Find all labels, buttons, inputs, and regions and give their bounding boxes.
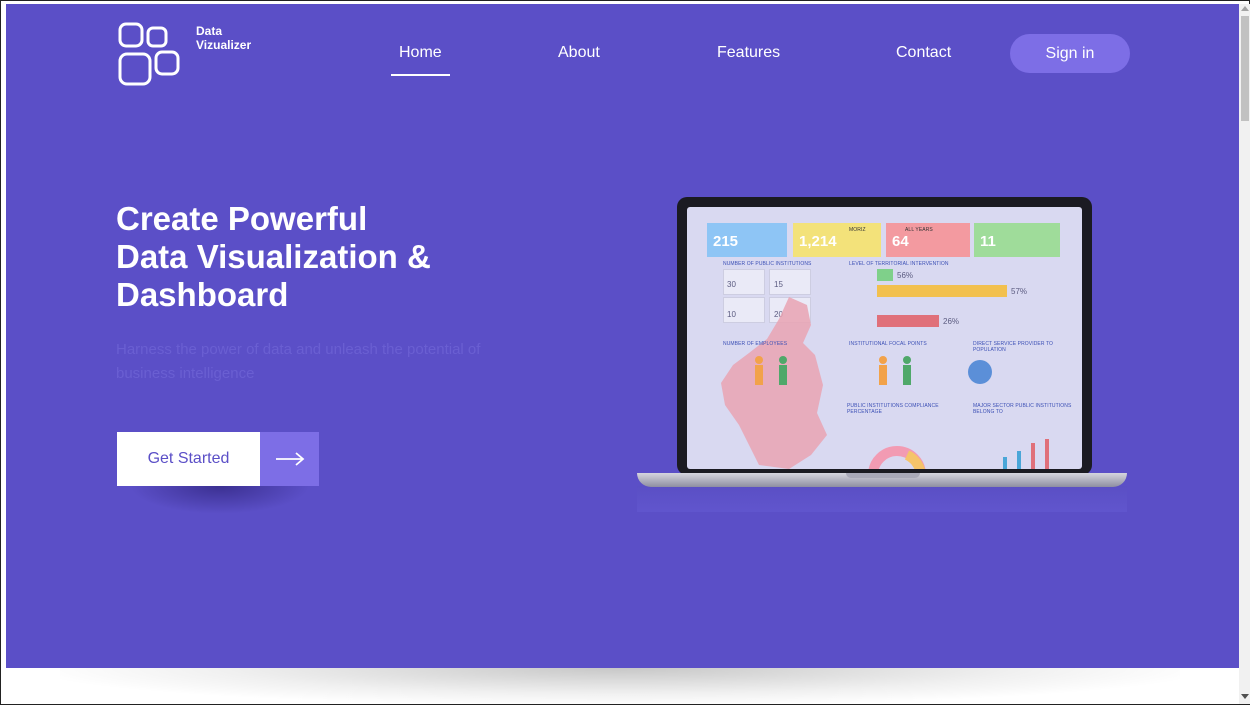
get-started-button[interactable]: Get Started <box>117 432 260 486</box>
puzzle-icon <box>968 360 992 384</box>
bar <box>1003 457 1007 469</box>
people-icon <box>755 356 787 385</box>
headline-line1: Create Powerful <box>116 200 368 237</box>
bar <box>1031 443 1035 469</box>
logo-icon[interactable] <box>114 20 184 88</box>
kpi-value: 64 <box>892 233 909 250</box>
scrollbar-thumb[interactable] <box>1241 16 1249 121</box>
nav-about[interactable]: About <box>558 44 600 62</box>
kpi-value: 11 <box>980 233 996 250</box>
scroll-down-icon[interactable] <box>1241 694 1249 699</box>
brand-name-line2: Vizualizer <box>196 38 252 52</box>
laptop-notch <box>846 473 920 478</box>
kpi-card: 11 <box>974 223 1060 257</box>
brand-name[interactable]: Data Vizualizer <box>196 24 251 52</box>
nav-home[interactable]: Home <box>399 44 442 62</box>
bar <box>1017 451 1021 469</box>
bar <box>877 285 1007 297</box>
people-icon <box>879 356 911 385</box>
kpi-value: 215 <box>713 233 739 250</box>
bar <box>1045 439 1049 469</box>
scroll-up-icon[interactable] <box>1241 6 1249 11</box>
bar-label: 26% <box>943 317 960 326</box>
mini-value: 15 <box>774 280 783 289</box>
kpi-card: 1,214 <box>793 223 881 257</box>
mini-value: 30 <box>727 280 736 289</box>
signin-button[interactable]: Sign in <box>1010 34 1130 73</box>
dashboard-section-title: MAJOR SECTOR PUBLIC INSTITUTIONS BELONG … <box>973 403 1072 415</box>
get-started-arrow-button[interactable] <box>260 432 319 486</box>
section-shadow <box>60 668 1180 704</box>
laptop-shadow <box>637 486 1127 512</box>
filter-dropdown: MORIZ <box>849 227 866 233</box>
dashboard-preview: 215 1,214 64 11 MORIZ ALL YEARS NUMBER O… <box>687 207 1082 469</box>
nav-active-indicator <box>391 74 450 76</box>
dashboard-section-title: INSTITUTIONAL FOCAL POINTS <box>849 341 927 347</box>
bar-label: 56% <box>897 271 914 280</box>
nav-features[interactable]: Features <box>717 44 780 62</box>
hero-subtext: Harness the power of data and unleash th… <box>116 341 481 382</box>
donut-chart <box>868 446 926 469</box>
dashboard-section-title: NUMBER OF EMPLOYEES <box>723 341 788 347</box>
dashboard-section-title: LEVEL OF TERRITORIAL INTERVENTION <box>849 261 949 267</box>
hero-headline: Create Powerful Data Visualization & Das… <box>116 200 516 314</box>
filter-dropdown: ALL YEARS <box>905 227 933 233</box>
arrow-right-icon <box>275 452 304 466</box>
brand-name-line1: Data <box>196 24 223 38</box>
cta-shadow <box>130 486 310 514</box>
dashboard-section-title: PUBLIC INSTITUTIONS COMPLIANCE PERCENTAG… <box>847 403 939 415</box>
bar <box>877 269 893 281</box>
headline-line3: Dashboard <box>116 276 289 313</box>
bar-label: 57% <box>1011 287 1028 296</box>
dashboard-section-title: NUMBER OF PUBLIC INSTITUTIONS <box>723 261 812 267</box>
kpi-card: 215 <box>707 223 787 257</box>
nav-contact[interactable]: Contact <box>896 44 951 62</box>
bar <box>877 315 939 327</box>
headline-line2: Data Visualization & <box>116 238 431 275</box>
dashboard-section-title: DIRECT SERVICE PROVIDER TO POPULATION <box>973 341 1054 353</box>
kpi-value: 1,214 <box>799 233 837 250</box>
